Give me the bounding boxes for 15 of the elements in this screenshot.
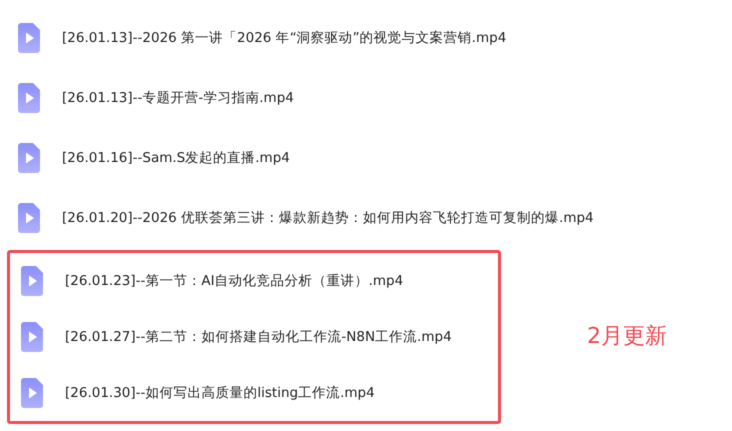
video-file-icon [18, 83, 40, 113]
video-file-icon [21, 378, 43, 408]
file-name[interactable]: [26.01.30]--如何写出高质量的listing工作流.mp4 [65, 382, 375, 404]
file-name[interactable]: [26.01.13]--专题开营-学习指南.mp4 [62, 88, 294, 108]
video-file-icon [21, 322, 43, 352]
annotation-text: 2月更新 [587, 322, 667, 350]
video-file-icon [18, 23, 40, 53]
file-name[interactable]: [26.01.13]--2026 第一讲「2026 年“洞察驱动”的视觉与文案营销.mp4 [62, 28, 506, 48]
video-file-icon [18, 143, 40, 173]
file-name[interactable]: [26.01.20]--2026 优联荟第三讲：爆款新趋势：如何用内容飞轮打造可复制的爆.mp4 [62, 208, 594, 228]
video-file-icon [21, 266, 43, 296]
file-name[interactable]: [26.01.16]--Sam.S发起的直播.mp4 [62, 148, 290, 168]
video-file-icon [18, 203, 40, 233]
file-name[interactable]: [26.01.23]--第一节：AI自动化竞品分析（重讲）.mp4 [65, 270, 404, 292]
file-name[interactable]: [26.01.27]--第二节：如何搭建自动化工作流-N8N工作流.mp4 [65, 326, 452, 348]
